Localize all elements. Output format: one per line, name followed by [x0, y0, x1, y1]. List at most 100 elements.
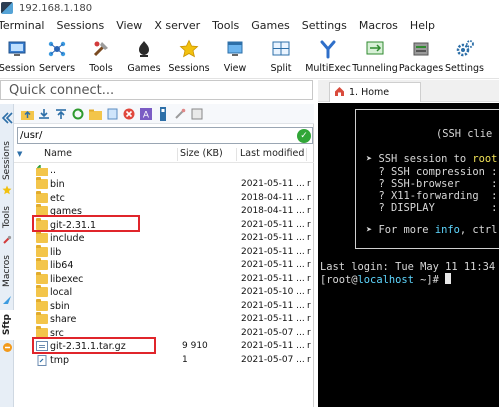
path-ok-check-icon[interactable]: ✓	[297, 128, 311, 143]
menu-x-server[interactable]: X server	[154, 19, 200, 32]
folder-icon	[36, 190, 48, 203]
tools-button[interactable]: Tools	[80, 35, 122, 78]
side-tab-tools[interactable]: Tools	[0, 200, 14, 234]
file-list-header: ▼ Name Size (KB) Last modified	[14, 146, 314, 163]
menu-tools[interactable]: Tools	[212, 19, 239, 32]
terminal-last-login: Last login: Tue May 11 11:34	[320, 261, 496, 273]
sftp-path-value: /usr/	[20, 130, 43, 141]
terminal-info-line: ? DISPLAY :	[366, 202, 499, 214]
folder-icon	[36, 258, 48, 270]
tools-icon	[90, 38, 112, 60]
properties-icon[interactable]	[190, 107, 204, 121]
list-item[interactable]: bin 2021-05-11 ... r	[14, 177, 314, 192]
menu-settings[interactable]: Settings	[302, 19, 347, 32]
side-tab-sftp[interactable]: Sftp	[0, 310, 14, 340]
view-icon	[224, 38, 246, 60]
list-item[interactable]: lib64 2021-05-11 ... r	[14, 258, 314, 273]
servers-icon	[46, 38, 68, 60]
servers-button[interactable]: Servers	[34, 35, 80, 78]
multiexec-button[interactable]: MultiExec	[304, 35, 352, 78]
tab-home-label: 1. Home	[349, 87, 390, 98]
tab-home[interactable]: 1. Home	[329, 82, 421, 102]
quick-connect-input[interactable]: Quick connect...	[0, 80, 313, 100]
split-button[interactable]: Split	[258, 35, 304, 78]
download-icon[interactable]	[37, 107, 51, 121]
packages-button[interactable]: Packages	[398, 35, 444, 78]
session-button[interactable]: Session	[0, 35, 35, 78]
delete-icon[interactable]	[122, 107, 136, 121]
tools-small-icon	[0, 234, 14, 246]
settings-button[interactable]: Settings	[444, 35, 485, 78]
parent-folder-icon[interactable]	[20, 107, 34, 121]
list-item[interactable]: libexec 2021-05-11 ... r	[14, 271, 314, 287]
list-item[interactable]: include 2021-05-11 ... r	[14, 231, 314, 246]
folder-icon	[36, 244, 48, 257]
side-tab-sessions[interactable]: Sessions	[0, 138, 14, 184]
menu-bar: Terminal Sessions View X server Tools Ga…	[0, 17, 499, 34]
menu-help[interactable]: Help	[410, 19, 435, 32]
sftp-path-input[interactable]: /usr/ ✓	[17, 127, 313, 144]
sftp-small-icon	[0, 340, 14, 354]
sftp-toolbar: A	[14, 104, 314, 124]
menu-macros[interactable]: Macros	[359, 19, 398, 32]
hidden-files-icon[interactable]	[156, 106, 170, 121]
menu-games[interactable]: Games	[251, 19, 289, 32]
list-item[interactable]: etc 2018-04-11 ... r	[14, 190, 314, 206]
terminal-info-line: ? SSH-browser :	[366, 178, 499, 190]
sftp-file-list: ▼ Name Size (KB) Last modified .. bin 20…	[14, 146, 314, 407]
tunneling-button[interactable]: Tunneling	[352, 35, 398, 78]
menu-view[interactable]: View	[116, 19, 142, 32]
column-last-modified[interactable]: Last modified	[240, 148, 304, 159]
rename-icon[interactable]: A	[139, 107, 153, 121]
terminal-header: (SSH clie	[436, 128, 493, 140]
folder-icon	[36, 177, 48, 189]
sessions-star-icon	[0, 184, 14, 196]
column-size[interactable]: Size (KB)	[180, 148, 223, 159]
terminal-prompt: [root@localhost ~]#	[320, 273, 452, 286]
link-file-icon	[36, 354, 48, 366]
sessions-button[interactable]: Sessions	[166, 35, 212, 78]
view-button[interactable]: View	[212, 35, 258, 78]
new-folder-icon[interactable]	[88, 107, 102, 121]
upload-icon[interactable]	[54, 107, 68, 121]
highlight-box-git-tarball	[32, 337, 156, 354]
list-item[interactable]: sbin 2021-05-11 ... r	[14, 298, 314, 314]
highlight-box-git-folder	[32, 215, 140, 232]
folder-icon	[36, 312, 48, 324]
column-name[interactable]: Name	[44, 148, 72, 159]
parent-directory-icon	[36, 163, 48, 176]
games-button[interactable]: Games	[122, 35, 166, 78]
list-item[interactable]: tmp 1 2021-05-07 ... r	[14, 354, 314, 368]
refresh-icon[interactable]	[71, 107, 85, 121]
quick-connect-placeholder: Quick connect...	[9, 82, 115, 98]
list-item[interactable]: local 2021-05-10 ... r	[14, 285, 314, 300]
cursor	[445, 273, 452, 284]
terminal-info-line: ? SSH compression :	[366, 166, 499, 178]
new-file-icon[interactable]	[105, 107, 119, 121]
sftp-panel: A /usr/ ✓ ▼ Name Size (KB) Last modified…	[14, 104, 314, 407]
main-toolbar: Session Servers Tools Games Sessions Vie…	[0, 35, 499, 79]
side-tab-macros[interactable]: Macros	[0, 250, 14, 292]
packages-icon	[410, 38, 432, 60]
terminal-view[interactable]: (SSH clie ➤ SSH session to root ? SSH co…	[318, 103, 499, 407]
follow-terminal-icon[interactable]	[173, 107, 187, 121]
sort-arrow-icon: ▼	[17, 150, 23, 158]
collapse-sidebar-icon[interactable]	[0, 106, 14, 130]
multiexec-icon	[317, 38, 339, 60]
home-icon	[334, 86, 345, 100]
folder-icon	[36, 298, 48, 311]
menu-sessions[interactable]: Sessions	[57, 19, 105, 32]
svg-text:A: A	[143, 110, 150, 120]
list-item[interactable]: ..	[14, 163, 314, 178]
folder-icon	[36, 271, 48, 284]
side-tab-strip: Sessions Tools Macros Sftp	[0, 104, 14, 407]
tunneling-icon	[364, 38, 386, 60]
window-title: 192.168.1.180	[19, 2, 93, 14]
list-item[interactable]: lib 2021-05-11 ... r	[14, 244, 314, 260]
terminal-tab-bar: 1. Home	[318, 80, 499, 102]
star-icon	[178, 38, 200, 60]
settings-icon	[454, 38, 476, 60]
list-item[interactable]: share 2021-05-11 ... r	[14, 312, 314, 327]
mobaxterm-app-icon	[1, 2, 13, 14]
menu-terminal[interactable]: Terminal	[0, 19, 45, 32]
